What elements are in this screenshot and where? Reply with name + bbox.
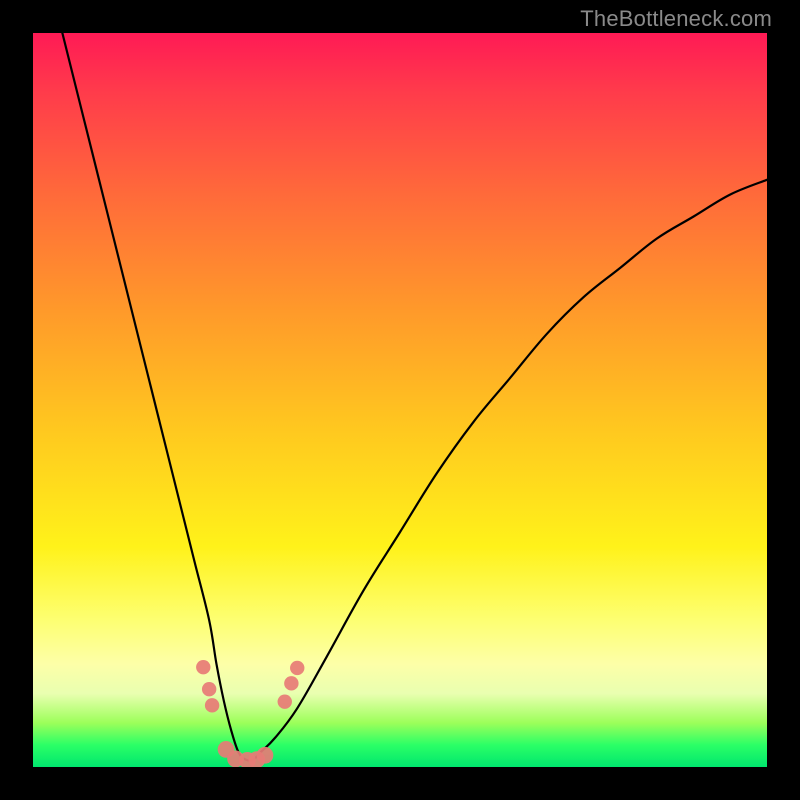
data-marker: [284, 676, 298, 690]
chart-frame: TheBottleneck.com: [0, 0, 800, 800]
data-marker: [290, 661, 304, 675]
data-marker: [278, 694, 292, 708]
data-marker: [257, 747, 274, 764]
data-marker: [205, 698, 219, 712]
data-markers: [196, 660, 304, 767]
curve-svg: [33, 33, 767, 767]
watermark-text: TheBottleneck.com: [580, 6, 772, 32]
plot-area: [33, 33, 767, 767]
data-marker: [202, 682, 216, 696]
bottleneck-curve: [62, 33, 767, 761]
data-marker: [196, 660, 210, 674]
